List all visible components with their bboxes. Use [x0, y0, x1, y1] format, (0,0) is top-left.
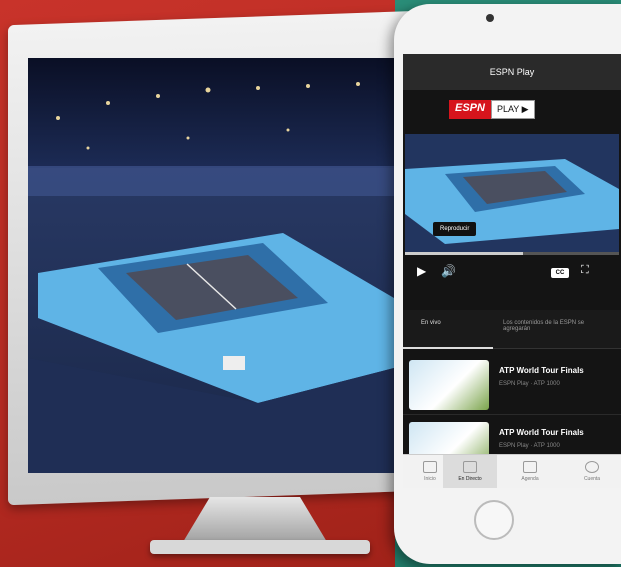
- item-subtitle: ESPN Play · ATP 1000: [499, 443, 560, 449]
- play-logo-text: PLAY ▶: [490, 100, 535, 119]
- tv-base: [150, 540, 370, 554]
- item-thumbnail: [409, 360, 489, 410]
- active-tab-indicator: [403, 347, 493, 349]
- home-icon: [423, 461, 437, 473]
- calendar-icon: [523, 461, 537, 473]
- video-player[interactable]: Reproducir: [405, 134, 619, 252]
- espn-logo-text: ESPN: [449, 100, 491, 119]
- tv-icon: [463, 461, 477, 473]
- progress-fill: [405, 252, 523, 255]
- play-tooltip: Reproducir: [433, 222, 477, 236]
- cc-button[interactable]: CC: [551, 268, 569, 278]
- bottom-navigation: Inicio En Directo Agenda Cuenta: [403, 454, 621, 488]
- nav-agenda[interactable]: Agenda: [503, 461, 557, 482]
- app-header-title: ESPN Play: [403, 54, 621, 90]
- nav-label: Cuenta: [583, 476, 601, 482]
- tennis-arena-image: [28, 58, 394, 473]
- content-tabs: En vivo Los contenidos de la ESPN se agr…: [403, 310, 621, 349]
- item-title: ATP World Tour Finals: [499, 428, 584, 437]
- nav-account[interactable]: Cuenta: [565, 461, 619, 482]
- tv-screen-tennis-arena: [28, 58, 394, 473]
- phone-screen: ESPN Play ESPN PLAY ▶ Reproducir ▶ 🔊 CC …: [403, 54, 621, 488]
- item-subtitle: ESPN Play · ATP 1000: [499, 381, 560, 387]
- tab-info[interactable]: Los contenidos de la ESPN se agregarán: [503, 320, 613, 332]
- nav-label: En Directo: [458, 476, 482, 482]
- account-icon: [585, 461, 599, 473]
- phone-speaker: [486, 14, 494, 22]
- volume-icon[interactable]: 🔊: [441, 264, 456, 278]
- tab-live[interactable]: En vivo: [421, 320, 441, 326]
- fullscreen-icon[interactable]: ⛶: [581, 264, 589, 277]
- nav-label: Inicio: [424, 476, 436, 482]
- video-progress-bar[interactable]: [405, 252, 619, 255]
- play-icon[interactable]: ▶: [417, 264, 426, 278]
- nav-label: Agenda: [521, 476, 539, 482]
- espn-play-logo: ESPN PLAY ▶: [449, 100, 535, 119]
- item-title: ATP World Tour Finals: [499, 366, 584, 375]
- list-item[interactable]: ATP World Tour Finals ESPN Play · ATP 10…: [403, 354, 621, 415]
- phone-home-button[interactable]: [474, 500, 514, 540]
- video-controls: ▶ 🔊 CC ⛶: [403, 258, 621, 288]
- nav-live[interactable]: En Directo: [443, 455, 497, 488]
